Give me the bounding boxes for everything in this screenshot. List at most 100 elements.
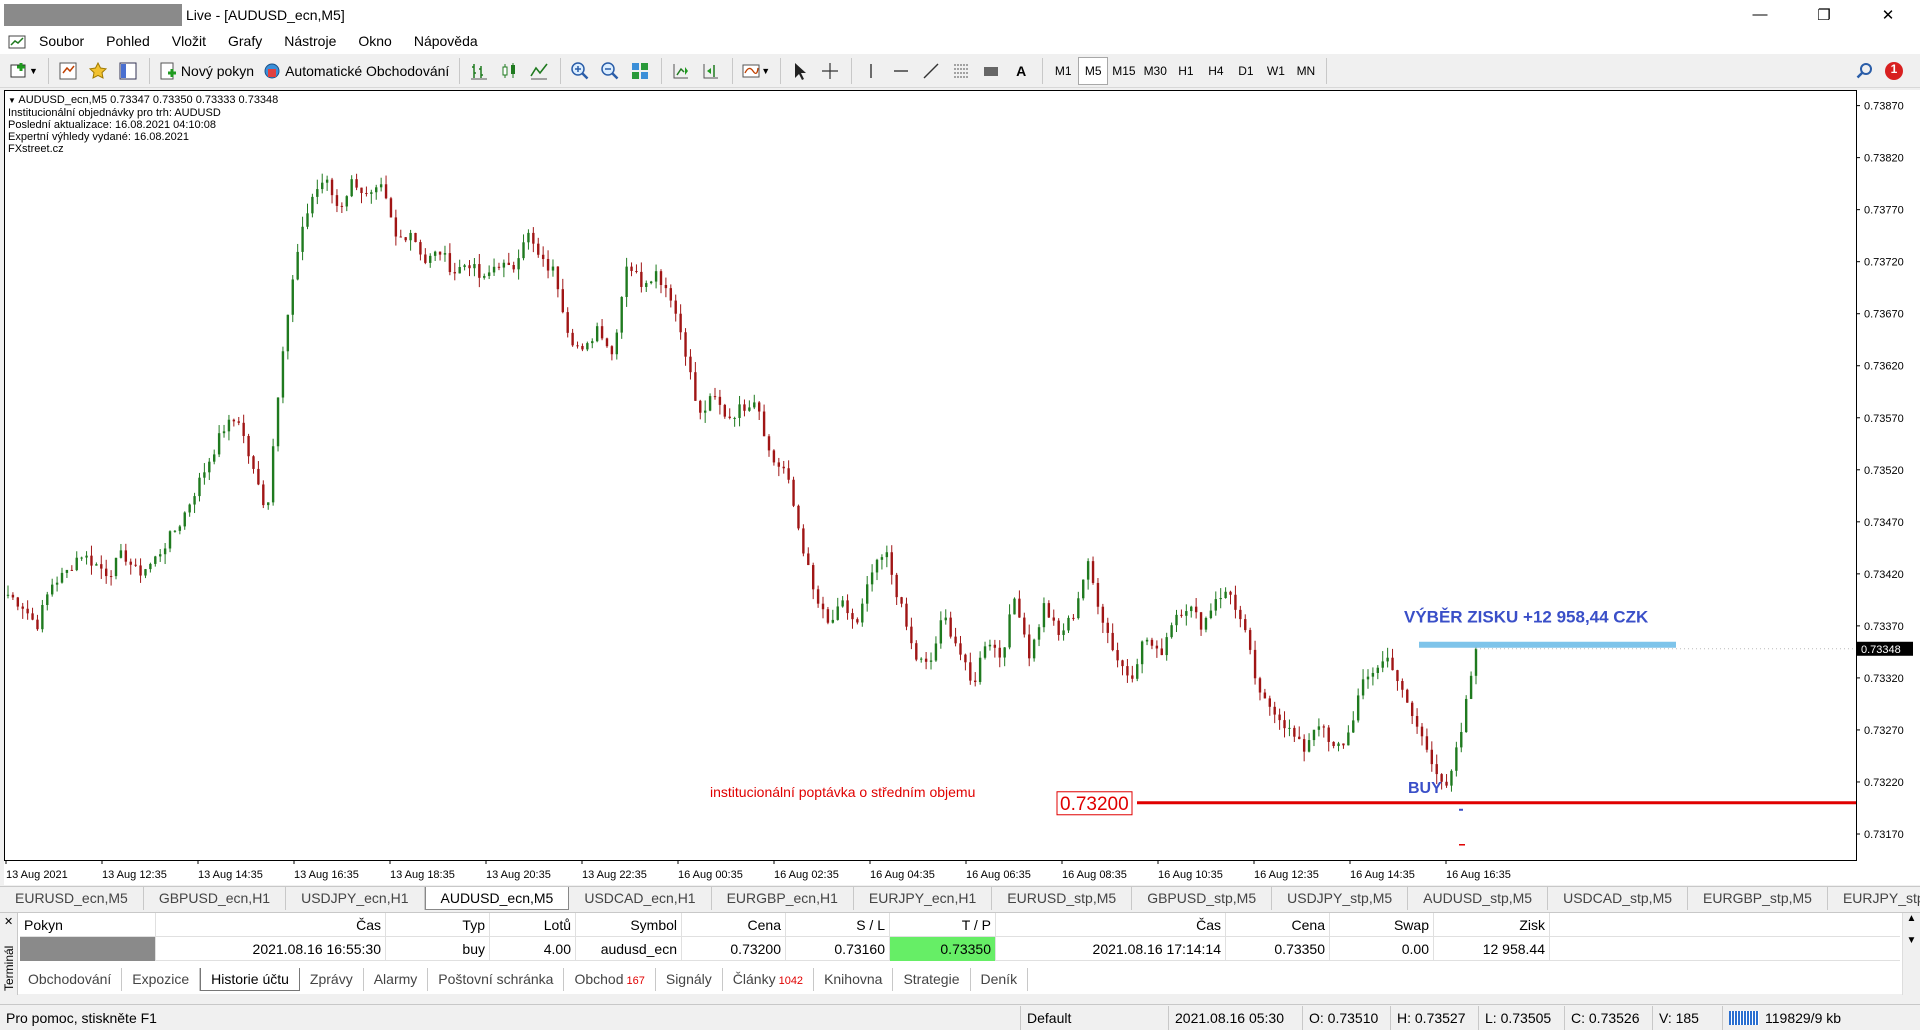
connection-icon [1729, 1010, 1759, 1025]
timeframe-d1[interactable]: D1 [1231, 57, 1261, 85]
status-profile[interactable]: Default [1020, 1005, 1168, 1030]
candle-body [699, 400, 702, 413]
horizontal-line-icon[interactable] [887, 57, 915, 85]
tab-symbol[interactable]: AUDUSD_ecn,M5 [424, 887, 570, 910]
search-icon[interactable] [1850, 57, 1878, 85]
tab-symbol[interactable]: EURJPY_stp,M5 [1828, 887, 1920, 910]
col-close-price-header[interactable]: Cena [1226, 912, 1330, 937]
candle-body [335, 195, 339, 206]
tab-terminal[interactable]: Deník [971, 968, 1029, 991]
tab-terminal[interactable]: Strategie [893, 968, 971, 991]
tab-terminal[interactable]: Zprávy [300, 968, 364, 991]
price-chart[interactable]: 0.73870 0.73820 0.73770 0.73720 0.73670 0.736… [4, 90, 1920, 885]
tab-terminal[interactable]: Knihovna [814, 968, 894, 991]
minimize-button[interactable]: — [1728, 0, 1792, 29]
chart-shift-icon[interactable] [697, 57, 725, 85]
auto-trading-button[interactable]: Automatické Obchodování [259, 57, 452, 85]
tab-symbol[interactable]: GBPUSD_ecn,H1 [144, 887, 287, 910]
candle-body [154, 556, 157, 564]
col-open-time-header[interactable]: Čas [156, 912, 386, 937]
tab-symbol[interactable]: EURUSD_stp,M5 [992, 887, 1133, 910]
tab-terminal[interactable]: Signály [656, 968, 723, 991]
autoscroll-icon[interactable] [667, 57, 695, 85]
col-symbol-header[interactable]: Symbol [576, 912, 682, 937]
trendline-icon[interactable] [917, 57, 945, 85]
menu-insert[interactable]: Vložit [161, 29, 217, 54]
menu-tools[interactable]: Nástroje [273, 29, 347, 54]
timeframe-h4[interactable]: H4 [1201, 57, 1231, 85]
tab-symbol[interactable]: USDCAD_stp,M5 [1548, 887, 1689, 910]
tab-symbol[interactable]: EURGBP_ecn,H1 [712, 887, 854, 910]
col-sl-header[interactable]: S / L [786, 912, 890, 937]
menu-file[interactable]: Soubor [28, 29, 95, 54]
vertical-line-icon[interactable] [857, 57, 885, 85]
tab-symbol[interactable]: GBPUSD_stp,M5 [1132, 887, 1273, 910]
tab-terminal[interactable]: Obchodování [18, 968, 123, 991]
notification-icon[interactable]: 1 [1880, 57, 1908, 85]
tab-symbol[interactable]: USDJPY_ecn,H1 [286, 887, 425, 910]
tab-symbol[interactable]: AUDUSD_stp,M5 [1408, 887, 1549, 910]
table-header: Pokyn Čas Typ Lotů Symbol Cena S / LT / P Čas Ce… [20, 912, 1900, 937]
tab-terminal[interactable]: Alarmy [364, 968, 429, 991]
tab-symbol[interactable]: EURUSD_ecn,M5 [0, 887, 144, 910]
tab-terminal[interactable]: Poštovní schránka [428, 968, 565, 991]
new-order-button[interactable]: Nový pokyn [155, 57, 257, 85]
fibonacci-icon[interactable] [947, 57, 975, 85]
menu-view[interactable]: Pohled [95, 29, 161, 54]
new-chart-button[interactable]: ▼ [6, 57, 41, 85]
timeframe-m5[interactable]: M5 [1078, 56, 1109, 85]
col-swap-header[interactable]: Swap [1330, 912, 1434, 937]
candle-body [807, 553, 810, 566]
candle-body [365, 193, 368, 195]
tab-terminal[interactable]: Historie účtu [200, 968, 300, 991]
y-tick-label: 0.73670 [1864, 309, 1904, 321]
timeframe-w1[interactable]: W1 [1261, 57, 1291, 85]
y-tick-label: 0.73820 [1864, 153, 1904, 165]
candle-body [1352, 720, 1355, 733]
timeframe-m30[interactable]: M30 [1140, 57, 1171, 85]
col-lots-header[interactable]: Lotů [490, 912, 576, 937]
favorites-icon[interactable] [84, 57, 112, 85]
rectangle-icon[interactable] [977, 57, 1005, 85]
tab-terminal[interactable]: Expozice [122, 968, 201, 991]
indicators-icon[interactable]: ▼ [738, 57, 773, 85]
timeframe-h1[interactable]: H1 [1171, 57, 1201, 85]
tab-symbol[interactable]: USDCAD_ecn,H1 [569, 887, 712, 910]
col-order-header[interactable]: Pokyn [20, 912, 156, 937]
col-profit-header[interactable]: Zisk [1434, 912, 1550, 937]
tab-symbol[interactable]: USDJPY_stp,M5 [1272, 887, 1409, 910]
tab-symbol[interactable]: EURGBP_stp,M5 [1688, 887, 1828, 910]
menu-help[interactable]: Nápověda [403, 29, 489, 54]
maximize-button[interactable]: ❐ [1792, 0, 1856, 29]
col-close-time-header[interactable]: Čas [996, 912, 1226, 937]
col-type-header[interactable]: Typ [386, 912, 490, 937]
market-watch-icon[interactable] [54, 57, 82, 85]
cursor-icon[interactable] [786, 57, 814, 85]
tile-windows-icon[interactable] [626, 57, 654, 85]
timeframe-m1[interactable]: M1 [1048, 57, 1078, 85]
candlestick-icon[interactable] [495, 57, 523, 85]
zoom-in-icon[interactable] [566, 57, 594, 85]
timeframe-m15[interactable]: M15 [1108, 57, 1139, 85]
terminal-scrollbar[interactable]: ▲ ▼ [1902, 913, 1920, 995]
tab-terminal[interactable]: Články 1042 [723, 968, 815, 991]
crosshair-icon[interactable] [816, 57, 844, 85]
app-menu-icon[interactable] [6, 32, 28, 52]
timeframe-mn[interactable]: MN [1291, 57, 1321, 85]
bar-chart-icon[interactable] [465, 57, 493, 85]
tab-symbol[interactable]: EURJPY_ecn,H1 [854, 887, 993, 910]
text-tool-button[interactable]: A [1007, 57, 1035, 85]
table-row[interactable]: 2021.08.16 16:55:30 buy 4.00 audusd_ecn 0.73… [20, 936, 1900, 961]
col-open-price-header[interactable]: Cena [682, 912, 786, 937]
navigator-icon[interactable] [114, 57, 142, 85]
menu-charts[interactable]: Grafy [217, 29, 273, 54]
tab-terminal[interactable]: Obchod 167 [564, 968, 656, 991]
candle-body [306, 213, 309, 227]
close-icon[interactable]: ✕ [4, 915, 13, 928]
col-tp-header[interactable]: T / P [890, 912, 996, 937]
menu-window[interactable]: Okno [347, 29, 402, 54]
chart-canvas[interactable]: 0.73870 0.73820 0.73770 0.73720 0.73670 0.736… [4, 90, 1920, 885]
line-chart-icon[interactable] [525, 57, 553, 85]
close-button[interactable]: ✕ [1856, 0, 1920, 29]
zoom-out-icon[interactable] [596, 57, 624, 85]
